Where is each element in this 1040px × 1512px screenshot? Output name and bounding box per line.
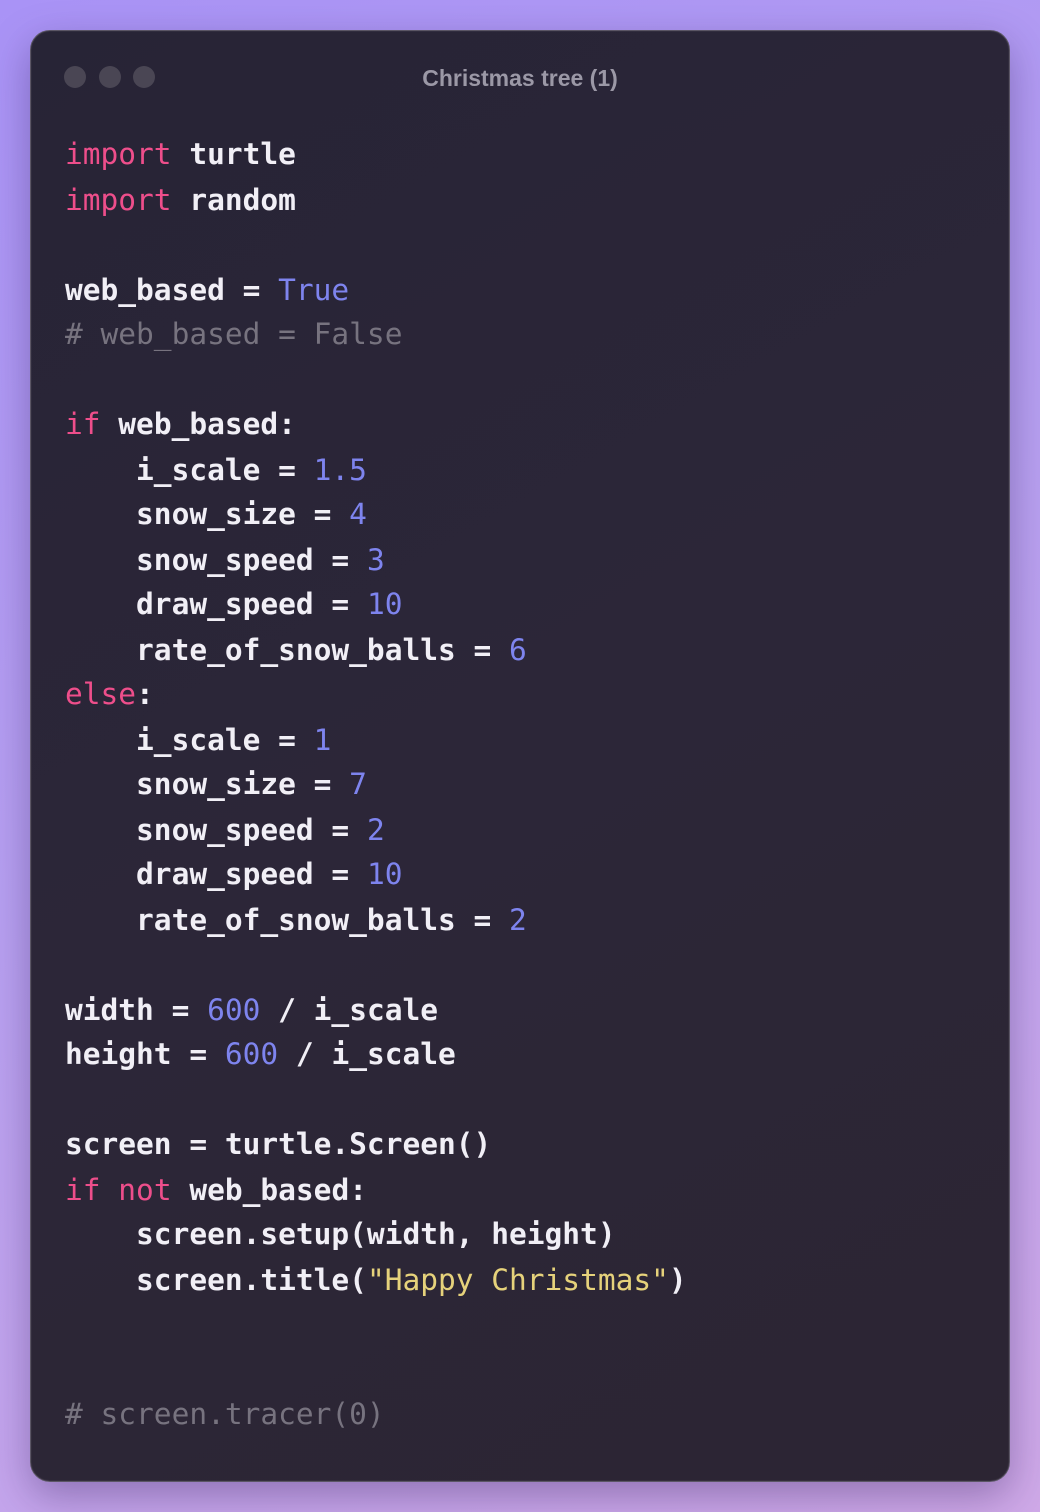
comment: # screen.tracer(0) [65,1397,385,1431]
code-line-4: web_based = True [65,268,349,312]
assignment: snow_speed = [65,813,367,847]
number-literal: 2 [366,813,385,847]
number-literal: 600 [207,993,261,1027]
code-line-29: # screen.tracer(0) [65,1392,385,1436]
string-literal: "Happy Christmas" [366,1263,669,1297]
code-line-8: i_scale = 1.5 [65,448,367,492]
number-literal: 6 [509,633,527,667]
code-line-2: import random [65,178,296,222]
assignment: rate_of_snow_balls = [65,903,510,937]
expression: / i_scale [278,1037,456,1071]
statement: screen = turtle.Screen() [65,1127,492,1161]
code-line-18: rate_of_snow_balls = 2 [65,898,527,942]
code-line-16: snow_speed = 2 [65,808,385,852]
number-literal: 1 [313,723,332,757]
number-literal: 3 [366,543,385,577]
keyword-if: if [65,1173,101,1207]
keyword-if: if [65,407,101,441]
code-line-5: # web_based = False [65,312,402,356]
keyword-not: not [118,1173,172,1207]
assignment: snow_size = [65,767,350,801]
keyword-else: else [65,677,137,711]
assignment: web_based = [65,273,279,307]
expression: / i_scale [260,993,438,1027]
code-line-25: screen.setup(width, height) [65,1212,616,1256]
code-block: import turtle import random web_based = … [65,31,995,1431]
number-literal: 10 [366,587,403,621]
assignment: i_scale = [65,453,314,487]
number-literal: 600 [224,1037,279,1071]
assignment: snow_size = [65,497,350,531]
code-line-12: rate_of_snow_balls = 6 [65,628,527,672]
number-literal: 10 [366,857,403,891]
statement: screen.setup(width, height) [65,1217,616,1251]
assignment: height = [65,1037,225,1071]
code-line-7: if web_based: [65,402,296,446]
code-line-17: draw_speed = 10 [65,852,402,896]
keyword-import: import [65,137,172,171]
code-line-23: screen = turtle.Screen() [65,1122,491,1166]
code-line-21: height = 600 / i_scale [65,1032,456,1076]
assignment: rate_of_snow_balls = [65,633,510,667]
assignment: draw_speed = [65,587,367,621]
code-line-13: else: [65,672,154,716]
code-line-10: snow_speed = 3 [65,538,385,582]
number-literal: 7 [349,767,367,801]
code-line-11: draw_speed = 10 [65,582,402,626]
assignment: draw_speed = [65,857,367,891]
condition: web_based: [100,407,296,441]
statement: screen.title( [65,1263,367,1297]
code-line-14: i_scale = 1 [65,718,331,762]
comment: # web_based = False [65,317,403,351]
number-literal: 2 [509,903,527,937]
code-line-9: snow_size = 4 [65,492,367,536]
code-line-20: width = 600 / i_scale [65,988,438,1032]
code-line-15: snow_size = 7 [65,762,367,806]
module-name: random [171,183,296,217]
code-line-1: import turtle [65,132,296,176]
number-literal: 1.5 [313,453,367,487]
module-name: turtle [171,137,296,171]
number-literal: 4 [349,497,367,531]
boolean-literal: True [278,273,350,307]
code-line-24: if not web_based: [65,1168,367,1212]
assignment: snow_speed = [65,543,367,577]
condition: web_based: [171,1173,367,1207]
code-line-26: screen.title("Happy Christmas") [65,1258,687,1302]
keyword-import: import [65,183,172,217]
colon: : [136,677,154,711]
closing-paren: ) [668,1263,687,1297]
assignment: width = [65,993,208,1027]
assignment: i_scale = [65,723,314,757]
code-window: Christmas tree (1) import turtle import … [30,30,1010,1482]
